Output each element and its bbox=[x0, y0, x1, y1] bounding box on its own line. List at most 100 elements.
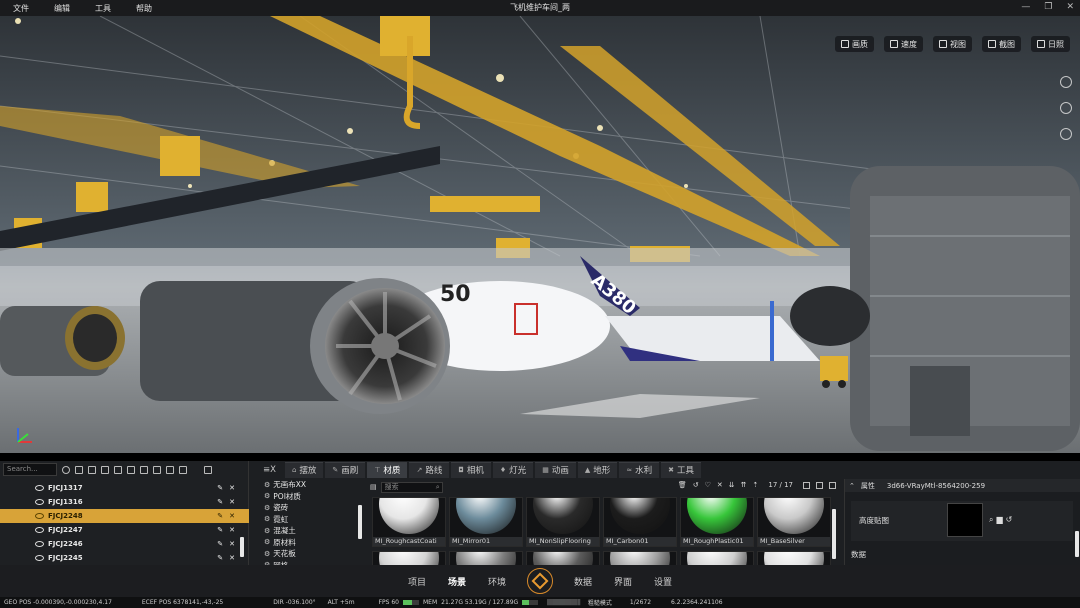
tab-terrain[interactable]: ▲ 地形 bbox=[577, 461, 618, 478]
tab-route[interactable]: ↗ 路线 bbox=[409, 461, 450, 478]
export-icon[interactable] bbox=[179, 465, 187, 474]
minimize-icon[interactable]: — bbox=[1021, 2, 1030, 12]
delete-icon[interactable]: ✕ bbox=[229, 498, 235, 506]
tab-material[interactable]: ⊤ 材质 bbox=[367, 461, 408, 478]
list-item-selected[interactable]: FJCJ2248 ✎ ✕ bbox=[0, 509, 249, 523]
list-view-icon[interactable] bbox=[829, 481, 836, 489]
tab-place[interactable]: ⌂ 摆放 bbox=[284, 461, 324, 478]
category-item[interactable]: ⚙ 霓虹 bbox=[254, 514, 364, 526]
delete-icon[interactable]: ✕ bbox=[229, 484, 235, 492]
focus-icon[interactable] bbox=[88, 465, 96, 474]
speed-button[interactable]: 速度 bbox=[884, 36, 923, 52]
history-icon[interactable]: ↺ bbox=[693, 481, 699, 489]
expand-icon[interactable]: ⇈ bbox=[741, 481, 747, 489]
material-search-input[interactable]: 搜索 ⌕ bbox=[380, 481, 443, 493]
nav-settings[interactable]: 设置 bbox=[643, 575, 683, 588]
edit-icon[interactable]: ✎ bbox=[217, 540, 223, 548]
list-item[interactable]: FJCJ2246 ✎ ✕ bbox=[0, 537, 249, 551]
nav-interface[interactable]: 界面 bbox=[603, 575, 643, 588]
nav-scene[interactable]: 场景 bbox=[437, 575, 477, 588]
3d-viewport[interactable]: A380 50 画质 速度 视图 截图 日照 bbox=[0, 16, 1080, 453]
category-item[interactable]: ⚙ 无画布XX bbox=[254, 479, 364, 491]
height-map-swatch[interactable] bbox=[947, 503, 983, 537]
trash-icon[interactable]: 🗑︎ bbox=[678, 481, 687, 489]
folder-tree-icon[interactable]: ▤ bbox=[370, 483, 377, 491]
list-item[interactable]: FJCJ2245 ✎ ✕ bbox=[0, 551, 249, 565]
reset-icon[interactable]: ↺ bbox=[1006, 515, 1013, 525]
sunlight-button[interactable]: 日照 bbox=[1031, 36, 1070, 52]
search-icon[interactable]: ⌕ bbox=[989, 515, 993, 525]
delete-icon[interactable]: ✕ bbox=[229, 540, 235, 548]
fullscreen-icon[interactable] bbox=[1060, 76, 1072, 88]
menu-file[interactable]: 文件 bbox=[0, 3, 41, 14]
menu-edit[interactable]: 编辑 bbox=[41, 3, 82, 14]
refresh-icon[interactable] bbox=[62, 465, 70, 474]
menu-help[interactable]: 帮助 bbox=[123, 3, 164, 14]
search-icon[interactable]: ⌕ bbox=[436, 483, 440, 492]
list-item[interactable]: FJCJ1316 ✎ ✕ bbox=[0, 495, 249, 509]
tab-water[interactable]: ≈ 水利 bbox=[619, 461, 660, 478]
list-item[interactable]: FJCJ1317 ✎ ✕ bbox=[0, 481, 249, 495]
nav-data[interactable]: 数据 bbox=[563, 575, 603, 588]
upload-icon[interactable]: ⇡ bbox=[753, 481, 759, 489]
orbit-icon[interactable] bbox=[1060, 128, 1072, 140]
tab-camera[interactable]: ◘ 相机 bbox=[451, 461, 491, 478]
close-icon[interactable]: ✕ bbox=[1066, 2, 1074, 12]
material-tile[interactable]: MI_Mirror01 bbox=[449, 497, 523, 547]
visibility-icon[interactable] bbox=[35, 485, 44, 491]
visibility-icon[interactable] bbox=[35, 513, 44, 519]
select-icon[interactable] bbox=[153, 465, 161, 474]
render-mode[interactable]: 粗糙模式 bbox=[588, 598, 612, 607]
screenshot-button[interactable]: 截图 bbox=[982, 36, 1021, 52]
edit-icon[interactable]: ✎ bbox=[217, 554, 223, 562]
delete-icon[interactable]: ✕ bbox=[229, 554, 235, 562]
material-tile[interactable]: MI_NonSlipFlooring bbox=[526, 497, 600, 547]
tab-tools[interactable]: ✖ 工具 bbox=[661, 461, 702, 478]
maximize-icon[interactable]: ❐ bbox=[1044, 2, 1052, 12]
copy-icon[interactable] bbox=[140, 465, 148, 474]
material-tile[interactable]: MI_Carbon01 bbox=[603, 497, 677, 547]
tab-brush[interactable]: ✎ 画刷 bbox=[325, 461, 366, 478]
view-button[interactable]: 视图 bbox=[933, 36, 972, 52]
visibility-icon[interactable] bbox=[35, 541, 44, 547]
camera-icon[interactable] bbox=[101, 465, 109, 474]
delete-icon[interactable]: ✕ bbox=[229, 526, 235, 534]
nav-environment[interactable]: 环境 bbox=[477, 575, 517, 588]
menu-tools[interactable]: 工具 bbox=[82, 3, 123, 14]
category-item[interactable]: ⚙ POI材质 bbox=[254, 491, 364, 503]
nav-project[interactable]: 项目 bbox=[397, 575, 437, 588]
material-scrollbar[interactable] bbox=[832, 509, 836, 559]
edit-icon[interactable]: ✎ bbox=[217, 512, 223, 520]
material-tile[interactable]: MI_BaseSilver bbox=[757, 497, 831, 547]
category-item[interactable]: ⚙ 原材料 bbox=[254, 537, 364, 549]
category-item[interactable]: ⚙ 瓷砖 bbox=[254, 502, 364, 514]
list-item[interactable]: FJCJ2247 ✎ ✕ bbox=[0, 523, 249, 537]
large-grid-icon[interactable] bbox=[816, 481, 823, 489]
category-scrollbar[interactable] bbox=[358, 505, 362, 539]
group-icon[interactable] bbox=[114, 465, 122, 474]
tab-animation[interactable]: ▦ 动画 bbox=[535, 461, 576, 478]
material-tile[interactable]: MI_RoughcastCoati bbox=[372, 497, 446, 547]
folder-icon[interactable]: ▆ bbox=[996, 515, 1002, 525]
edit-icon[interactable]: ✎ bbox=[217, 526, 223, 534]
compass-icon[interactable] bbox=[1060, 102, 1072, 114]
visibility-icon[interactable] bbox=[35, 527, 44, 533]
category-item[interactable]: ⚙ 混凝土 bbox=[254, 525, 364, 537]
collapse-icon[interactable]: ⇊ bbox=[729, 481, 735, 489]
properties-scrollbar[interactable] bbox=[1075, 531, 1079, 557]
folder-icon[interactable] bbox=[127, 465, 135, 474]
filter-icon[interactable] bbox=[75, 465, 83, 474]
outliner-scrollbar[interactable] bbox=[240, 537, 244, 557]
tab-light[interactable]: ♦ 灯光 bbox=[492, 461, 534, 478]
list-icon[interactable] bbox=[166, 465, 174, 474]
tab-prefix[interactable]: ≡X bbox=[256, 462, 283, 478]
edit-icon[interactable]: ✎ bbox=[217, 484, 223, 492]
outliner-search-input[interactable]: Search... bbox=[3, 463, 57, 476]
favorite-icon[interactable]: ♡ bbox=[705, 481, 711, 489]
delete-icon[interactable]: ✕ bbox=[229, 512, 235, 520]
cross-icon[interactable]: ✕ bbox=[717, 481, 723, 489]
image-quality-button[interactable]: 画质 bbox=[835, 36, 874, 52]
panel-icon[interactable] bbox=[204, 465, 212, 474]
visibility-icon[interactable] bbox=[35, 499, 44, 505]
visibility-icon[interactable] bbox=[35, 555, 44, 561]
